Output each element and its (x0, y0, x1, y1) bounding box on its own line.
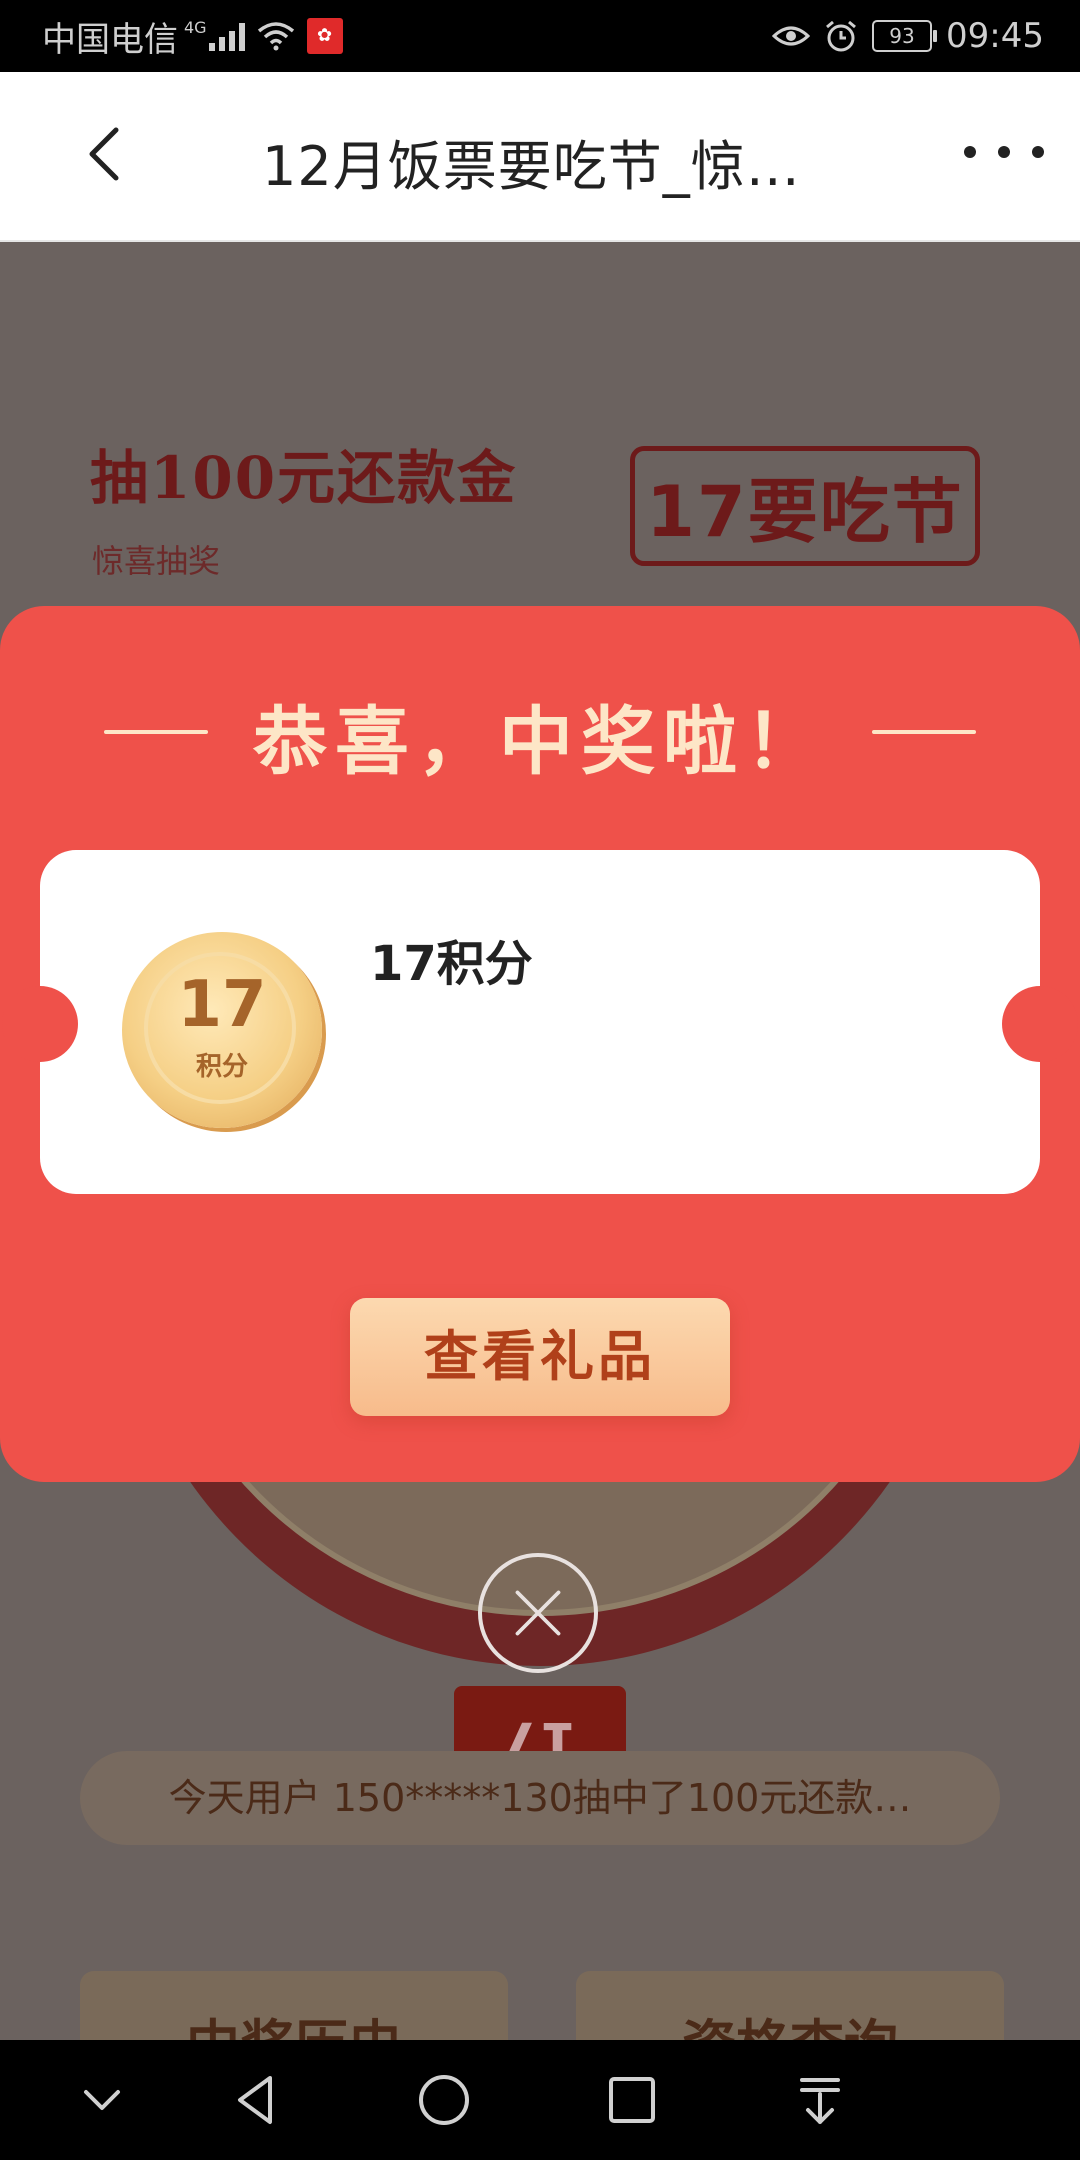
ticket-notch-left (2, 986, 78, 1062)
close-icon[interactable] (478, 1553, 598, 1673)
status-right: 93 09:45 (772, 12, 1044, 60)
points-coin-icon: 17 积分 (122, 932, 322, 1128)
win-history-button[interactable]: 中奖历史 (80, 1971, 508, 2040)
back-triangle-icon[interactable] (226, 2070, 286, 2130)
alarm-icon (826, 20, 856, 52)
chevron-down-icon[interactable] (72, 2070, 132, 2130)
coin-number: 17 (177, 968, 267, 1042)
view-gift-button[interactable]: 查看礼品 (350, 1298, 730, 1416)
brand-logo: 17要吃节 (630, 446, 980, 566)
eye-comfort-icon (772, 26, 811, 46)
signal-icon (208, 21, 245, 51)
wifi-icon (257, 22, 294, 51)
promo-title: 抽100元还款金 (90, 444, 518, 512)
prize-card: 17 积分 17积分 (2, 850, 1078, 1194)
prize-modal: 恭喜，中奖啦！ 17 积分 17积分 查看礼品 (0, 606, 1080, 1482)
ticket-notch-right (1002, 986, 1078, 1062)
status-left: 中国电信 4G ✿ (42, 12, 343, 60)
battery-level: 93 (889, 24, 915, 48)
more-dot (998, 146, 1010, 158)
promo-subtitle: 惊喜抽奖 (92, 542, 221, 580)
clock: 09:45 (946, 16, 1044, 56)
status-bar: 中国电信 4G ✿ 93 09:45 (0, 0, 1080, 72)
more-dot (1032, 146, 1044, 158)
app-notification-icon: ✿ (306, 18, 343, 54)
more-dot (964, 146, 976, 158)
app-header: 12月饭票要吃节_惊… (0, 72, 1080, 242)
eligibility-query-button[interactable]: 资格查询 (576, 1971, 1004, 2040)
title-decoration-right (872, 730, 976, 734)
recents-square-icon[interactable] (602, 2070, 662, 2130)
winner-ticker: 今天用户 150*****130抽中了100元还款… (80, 1751, 1000, 1845)
prize-name: 17积分 (370, 936, 533, 992)
home-circle-icon[interactable] (414, 2070, 474, 2130)
carrier-label: 中国电信 (42, 19, 178, 60)
page-title: 12月饭票要吃节_惊… (262, 135, 801, 198)
battery-icon: 93 (872, 20, 938, 52)
coin-unit: 积分 (195, 1052, 248, 1082)
network-type: 4G (184, 17, 207, 37)
system-nav-bar (0, 2040, 1080, 2160)
more-options-button[interactable] (964, 132, 1044, 172)
modal-title: 恭喜，中奖啦！ (253, 699, 827, 785)
back-icon[interactable] (78, 124, 138, 184)
download-arrow-icon[interactable] (790, 2070, 850, 2130)
